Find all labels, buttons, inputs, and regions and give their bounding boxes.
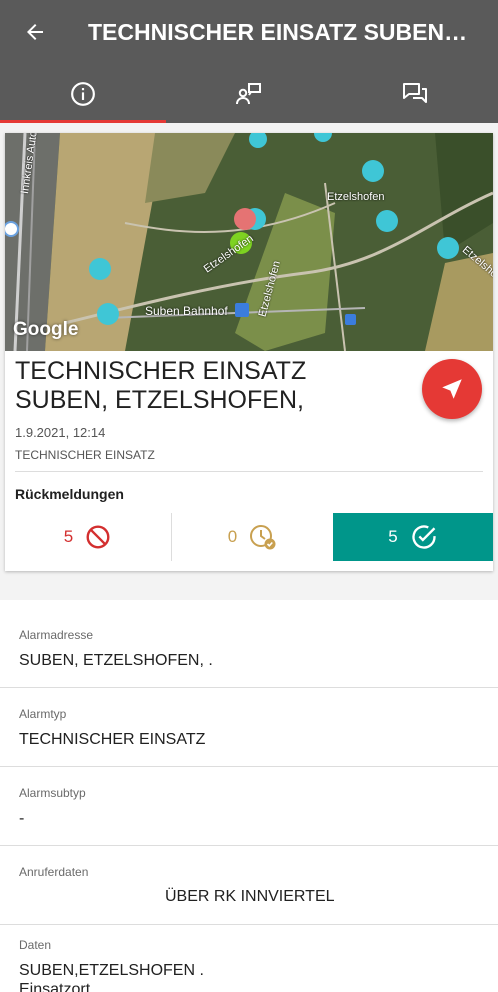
pending-count: 0 <box>227 527 238 546</box>
detail-row-alarmsubtyp: Alarmsubtyp - <box>0 767 498 846</box>
detail-value-line2: Einsatzort <box>19 981 91 992</box>
detail-label: Alarmsubtyp <box>19 786 86 800</box>
incident-title: TECHNISCHER EINSATZ SUBEN, ETZELSHOFEN, <box>15 357 307 414</box>
page-title: TECHNISCHER EINSATZ SUBEN, E... <box>88 18 470 45</box>
tab-info[interactable] <box>0 64 166 123</box>
navigation-arrow-icon <box>442 379 462 399</box>
incident-datetime: 1.9.2021, 12:14 <box>15 425 106 440</box>
detail-label: Anruferdaten <box>19 865 89 879</box>
declined-count: 5 <box>63 527 74 546</box>
divider <box>15 471 483 472</box>
tab-chat[interactable] <box>332 64 498 123</box>
detail-value: ÜBER RK INNVIERTEL <box>165 888 335 905</box>
app-bar: TECHNISCHER EINSATZ SUBEN, E... <box>0 0 498 64</box>
responses-heading: Rückmeldungen <box>15 486 124 502</box>
arrow-left-icon <box>27 24 43 40</box>
navigate-button[interactable] <box>422 359 482 419</box>
detail-label: Daten <box>19 938 52 952</box>
person-status-icon <box>236 82 261 104</box>
map-view[interactable]: Innkreis Autob Etzelshofen Etzelshofen E… <box>5 133 493 351</box>
block-icon <box>86 525 110 549</box>
map-label-station: Suben Bahnhof <box>145 304 228 318</box>
detail-row-anruferdaten: Anruferdaten ÜBER RK INNVIERTEL <box>0 846 498 925</box>
detail-value: SUBEN,ETZELSHOFEN . <box>19 962 204 979</box>
pending-responses-button[interactable]: 0 <box>171 513 333 561</box>
details-list: Alarmadresse SUBEN, ETZELSHOFEN, . Alarm… <box>0 600 498 992</box>
check-circle-icon <box>412 525 436 549</box>
detail-value: SUBEN, ETZELSHOFEN, . <box>19 652 213 669</box>
detail-label: Alarmtyp <box>19 707 67 721</box>
detail-row-alarmadresse: Alarmadresse SUBEN, ETZELSHOFEN, . <box>0 600 498 688</box>
accepted-count: 5 <box>388 527 398 546</box>
accepted-responses-button[interactable]: 5 <box>333 513 493 561</box>
clock-check-icon <box>250 525 276 550</box>
incident-category: TECHNISCHER EINSATZ <box>15 448 155 462</box>
back-button[interactable] <box>0 0 70 64</box>
google-logo: Google <box>13 319 79 340</box>
incident-card: Innkreis Autob Etzelshofen Etzelshofen E… <box>5 133 493 571</box>
detail-row-alarmtyp: Alarmtyp TECHNISCHER EINSATZ <box>0 688 498 767</box>
detail-label: Alarmadresse <box>19 628 94 642</box>
tab-bar <box>0 64 498 123</box>
tab-members[interactable] <box>166 64 332 123</box>
chat-icon <box>403 82 427 103</box>
detail-value: - <box>19 810 25 827</box>
detail-value: TECHNISCHER EINSATZ <box>19 731 206 748</box>
detail-row-daten: Daten SUBEN,ETZELSHOFEN . Einsatzort <box>0 925 498 992</box>
declined-responses-button[interactable]: 5 <box>5 513 170 561</box>
info-icon <box>71 81 95 106</box>
map-label-village: Etzelshofen <box>327 191 385 203</box>
